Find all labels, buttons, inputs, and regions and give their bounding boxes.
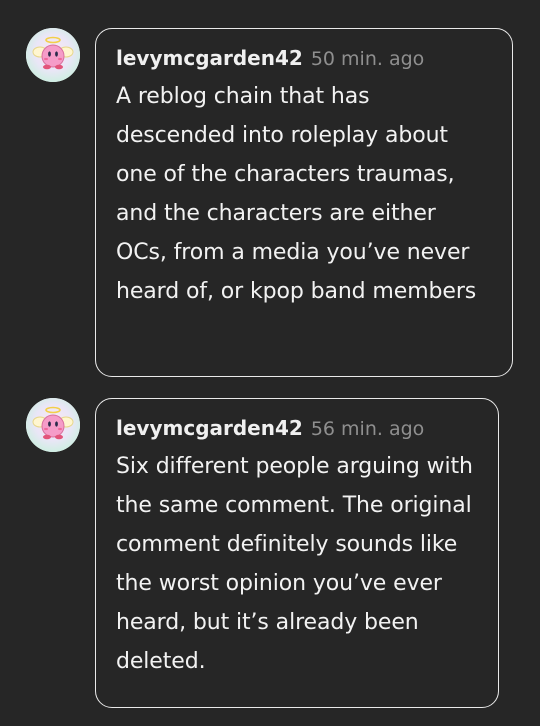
comment-feed: levymcgarden42 50 min. ago A reblog chain… xyxy=(0,0,540,726)
comment-meta: levymcgarden42 56 min. ago xyxy=(116,413,478,443)
comment-bubble: levymcgarden42 50 min. ago A reblog chain… xyxy=(95,28,513,377)
avatar[interactable] xyxy=(26,28,80,82)
comment-text: A reblog chain that has descended into r… xyxy=(116,84,477,304)
avatar[interactable] xyxy=(26,398,80,452)
username-link[interactable]: levymcgarden42 xyxy=(116,416,303,440)
username-link[interactable]: levymcgarden42 xyxy=(116,46,303,70)
timestamp: 50 min. ago xyxy=(310,48,425,70)
comment-meta: levymcgarden42 50 min. ago xyxy=(116,43,492,73)
timestamp: 56 min. ago xyxy=(310,418,425,440)
kirby-angel-icon xyxy=(26,398,80,452)
comment-bubble: levymcgarden42 56 min. ago Six different … xyxy=(95,398,499,708)
comment-text: Six different people arguing with the sa… xyxy=(116,454,473,674)
kirby-angel-icon xyxy=(26,28,80,82)
